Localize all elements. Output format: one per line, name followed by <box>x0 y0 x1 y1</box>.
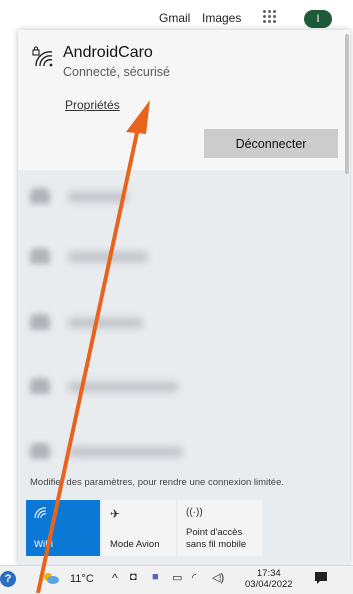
hotspot-icon: ((·)) <box>186 507 203 518</box>
date-text: 03/04/2022 <box>245 579 293 590</box>
wifi-icon <box>30 443 50 459</box>
wifi-icon <box>34 507 48 522</box>
network-list-item[interactable] <box>18 425 328 485</box>
blurred-network-name <box>68 318 143 328</box>
wifi-icon <box>30 188 50 204</box>
images-link[interactable]: Images <box>202 11 241 25</box>
network-list-item[interactable] <box>18 170 328 230</box>
volume-icon[interactable]: ◁) <box>212 571 224 584</box>
blurred-network-name <box>68 192 128 202</box>
chevron-up-icon[interactable]: ^ <box>112 571 118 585</box>
properties-link[interactable]: Propriétés <box>65 98 120 112</box>
avatar[interactable]: I <box>304 10 332 28</box>
settings-link-text[interactable]: Modifier des paramètres, pour rendre une… <box>30 477 284 488</box>
airplane-mode-tile[interactable]: ✈ Mode Avion <box>102 500 176 556</box>
network-list-item[interactable] <box>18 360 328 420</box>
scrollbar[interactable] <box>345 34 349 174</box>
network-flyout: AndroidCaro Connecté, sécurisé Propriété… <box>18 30 350 565</box>
clock[interactable]: 17:34 03/04/2022 <box>245 568 293 590</box>
google-top-bar: Gmail Images I <box>0 0 353 32</box>
wifi-icon <box>30 314 50 330</box>
wifi-tile-label: WiFi <box>34 539 53 550</box>
disconnect-button[interactable]: Déconnecter <box>204 129 338 158</box>
blurred-network-name <box>68 447 183 457</box>
airplane-tile-label: Mode Avion <box>110 539 160 550</box>
taskbar: ? 11°C ^ ◘ ■ ▭ ◜ ◁) 17:34 03/04/2022 <box>0 565 353 594</box>
wifi-icon <box>30 378 50 394</box>
network-list-item[interactable] <box>18 230 328 290</box>
time-text: 17:34 <box>256 568 281 579</box>
help-icon[interactable]: ? <box>0 571 16 587</box>
airplane-icon: ✈ <box>110 507 121 521</box>
connected-network-card[interactable]: AndroidCaro Connecté, sécurisé Propriété… <box>18 30 350 170</box>
weather-cloud-icon[interactable] <box>42 571 60 585</box>
mobile-hotspot-tile[interactable]: ((·)) Point d'accès sans fil mobile <box>178 500 262 556</box>
blurred-network-name <box>68 252 148 262</box>
google-apps-icon[interactable] <box>263 10 277 24</box>
battery-icon[interactable]: ▭ <box>172 571 182 584</box>
blurred-network-name <box>68 382 178 392</box>
wifi-tray-icon[interactable]: ◜ <box>192 571 196 584</box>
hotspot-tile-label: Point d'accès sans fil mobile <box>186 527 247 550</box>
secured-wifi-icon <box>32 46 56 73</box>
app-tray-icon[interactable]: ◘ <box>130 571 137 583</box>
network-name: AndroidCaro <box>63 44 153 61</box>
network-status: Connecté, sécurisé <box>63 65 171 79</box>
network-list-item[interactable] <box>18 296 328 356</box>
wifi-icon <box>30 248 50 264</box>
teams-icon[interactable]: ■ <box>152 571 159 583</box>
temperature[interactable]: 11°C <box>70 573 94 585</box>
wifi-tile[interactable]: WiFi <box>26 500 100 556</box>
notification-icon[interactable] <box>314 571 328 585</box>
gmail-link[interactable]: Gmail <box>159 11 190 25</box>
